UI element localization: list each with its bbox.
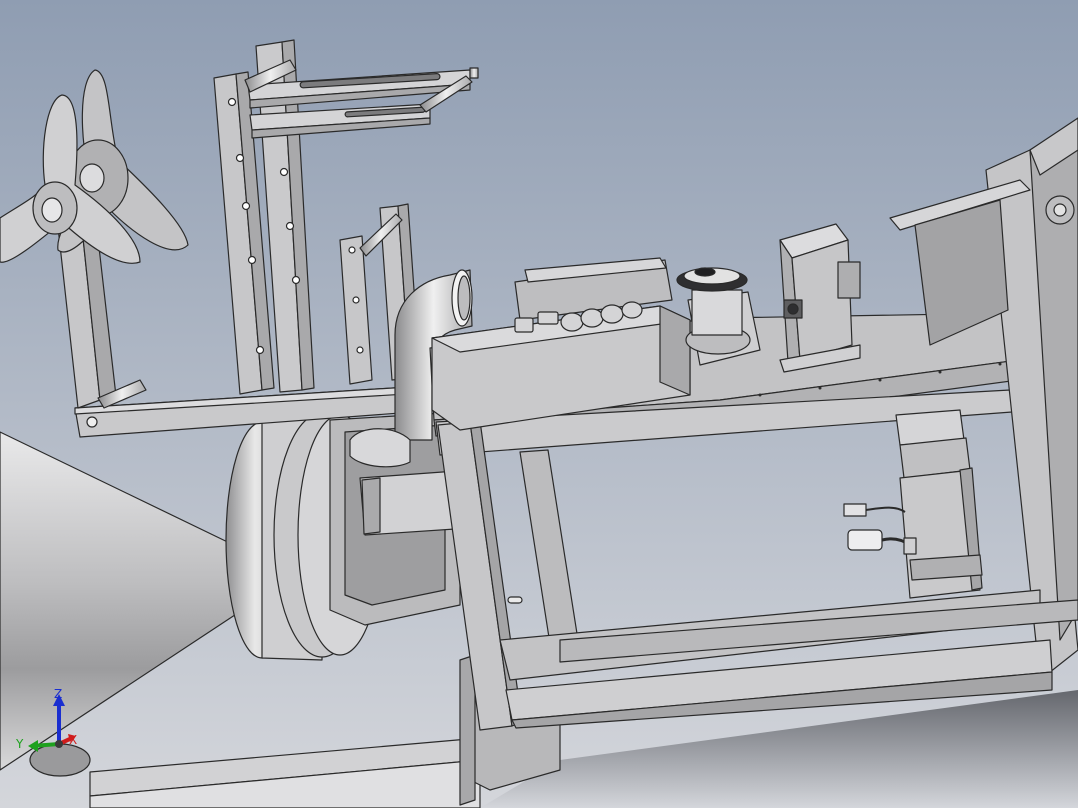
servo-motor xyxy=(843,409,983,599)
y-axis: Y xyxy=(15,737,60,752)
orientation-triad: Z Y X xyxy=(15,687,77,752)
z-axis-label: Z xyxy=(54,687,62,701)
bearing-block xyxy=(779,223,861,373)
y-axis-label: Y xyxy=(15,737,24,751)
x-axis-label: X xyxy=(69,733,77,747)
spool-reel xyxy=(0,69,189,264)
z-axis: Z xyxy=(53,687,65,744)
machine-assembly-drawing xyxy=(0,39,1078,808)
cad-model-viewport[interactable]: Z Y X xyxy=(0,0,1078,808)
